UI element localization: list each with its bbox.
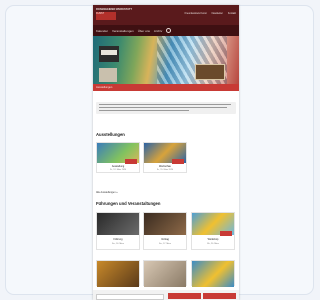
hero-box bbox=[195, 64, 225, 80]
event-title: Vortrag bbox=[161, 238, 169, 241]
more-link[interactable]: Alle Ausstellungen » bbox=[96, 191, 118, 194]
event-card[interactable]: Workshop Mi., 20. März bbox=[191, 212, 235, 250]
nav-item-veranstaltungen[interactable]: Veranstaltungen bbox=[112, 29, 134, 33]
event-title: Workshop bbox=[207, 238, 219, 241]
newsletter-button[interactable] bbox=[168, 293, 201, 299]
event-label bbox=[220, 231, 232, 236]
event-card[interactable]: Ausstellung Di., 12. März 2024 bbox=[96, 142, 140, 173]
event-date: Di., 12. März 2024 bbox=[109, 169, 127, 171]
event-card[interactable]: Vortrag So., 17. März bbox=[143, 212, 187, 250]
event-card[interactable]: Werkschau Fr., 15. März 2024 bbox=[143, 142, 187, 173]
hero-box bbox=[99, 68, 117, 82]
header-link[interactable]: Newsletter bbox=[212, 12, 223, 15]
header-link[interactable]: Kontakt bbox=[228, 12, 236, 15]
event-title: Führung bbox=[113, 238, 123, 241]
newsletter-input[interactable] bbox=[96, 294, 164, 300]
event-image bbox=[192, 261, 234, 287]
event-image bbox=[144, 261, 186, 287]
event-card[interactable]: Führung Sa., 16. März bbox=[96, 212, 140, 250]
event-title: Werkschau bbox=[159, 165, 171, 168]
event-image bbox=[144, 213, 186, 235]
event-card[interactable] bbox=[191, 260, 235, 287]
nav-item-ueber-uns[interactable]: Über uns bbox=[138, 29, 150, 33]
event-image bbox=[97, 213, 139, 235]
intro-text bbox=[96, 102, 236, 114]
nav-item-archiv[interactable]: Archiv bbox=[154, 29, 162, 33]
site-brand[interactable]: ROSENHEIMER WERKSTATT bbox=[96, 8, 132, 11]
hero-caption: Ausstellungen bbox=[96, 85, 113, 89]
hero-caption-bar: Ausstellungen bbox=[93, 84, 239, 91]
event-date: So., 17. März bbox=[159, 243, 171, 245]
hero-image bbox=[93, 36, 239, 84]
newsletter-form bbox=[93, 290, 239, 300]
section-title-upcoming: Führungen und Veranstaltungen bbox=[96, 201, 161, 206]
event-date: Mi., 20. März bbox=[207, 243, 219, 245]
event-card[interactable] bbox=[96, 260, 140, 287]
event-date: Sa., 16. März bbox=[112, 243, 124, 245]
nav-item-kalender[interactable]: Kalender bbox=[96, 29, 108, 33]
section-title-current: Ausstellungen bbox=[96, 132, 125, 137]
site-header: ROSENHEIMER WERKSTATT KUNST Freundeskrei… bbox=[93, 5, 239, 25]
main-nav: Kalender Veranstaltungen Über uns Archiv bbox=[93, 25, 239, 36]
header-link[interactable]: Freundeskreis Kunst bbox=[185, 12, 207, 15]
search-icon[interactable] bbox=[166, 28, 172, 33]
hero-sign bbox=[99, 46, 119, 62]
brand-badge[interactable]: KUNST bbox=[96, 12, 116, 20]
event-label bbox=[172, 159, 184, 164]
header-links: Freundeskreis Kunst Newsletter Kontakt bbox=[185, 12, 236, 15]
event-label bbox=[125, 159, 137, 164]
contact-button[interactable] bbox=[203, 293, 236, 299]
event-card[interactable] bbox=[143, 260, 187, 287]
event-title: Ausstellung bbox=[111, 165, 125, 168]
website-thumbnail: ROSENHEIMER WERKSTATT KUNST Freundeskrei… bbox=[93, 5, 239, 300]
event-date: Fr., 15. März 2024 bbox=[156, 169, 174, 171]
event-image bbox=[97, 261, 139, 287]
